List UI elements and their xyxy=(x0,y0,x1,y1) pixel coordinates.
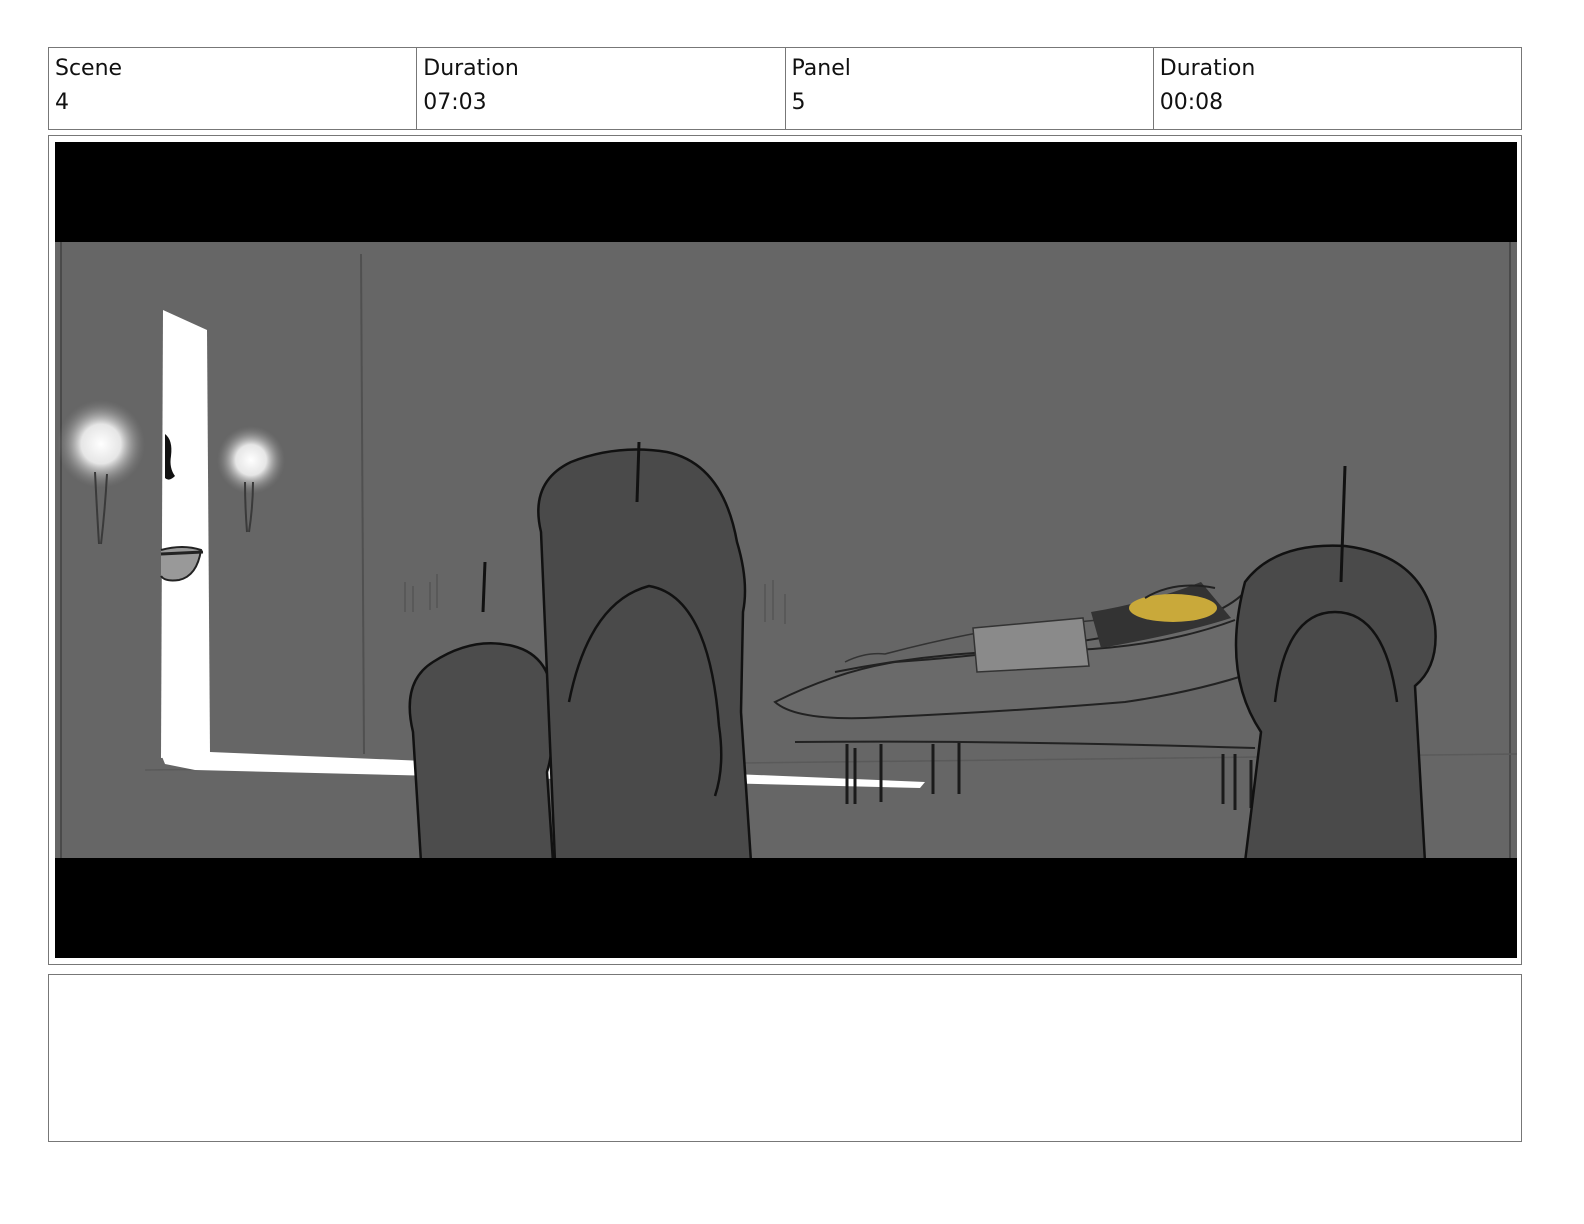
sleeping-figure xyxy=(972,617,1090,673)
panel-duration-value: 00:08 xyxy=(1159,90,1224,115)
scene-duration-value: 07:03 xyxy=(423,90,487,115)
panel-cell: Panel 5 xyxy=(784,48,1153,129)
doorway-light xyxy=(161,310,210,758)
notes-area[interactable] xyxy=(48,974,1522,1142)
panel-value: 5 xyxy=(791,90,806,115)
letterbox-top xyxy=(55,142,1517,242)
scene-cell: Scene 4 xyxy=(49,48,416,129)
scene-label: Scene xyxy=(55,56,123,81)
storyboard-frame xyxy=(48,135,1522,965)
candle-small xyxy=(408,641,555,864)
candle-right xyxy=(1234,544,1437,864)
panel-info-header: Scene 4 Duration 07:03 Panel 5 Duration … xyxy=(48,47,1522,130)
hair-highlight xyxy=(1129,594,1217,622)
scene-value: 4 xyxy=(55,90,69,115)
scene-duration-label: Duration xyxy=(423,56,519,81)
sconce-light-left xyxy=(57,400,145,488)
scene-duration-cell: Duration 07:03 xyxy=(416,48,784,129)
candle-large xyxy=(537,448,753,864)
panel-duration-label: Duration xyxy=(1159,56,1256,81)
panel-duration-cell: Duration 00:08 xyxy=(1152,48,1521,129)
panel-label: Panel xyxy=(791,56,851,81)
sconce-light-right xyxy=(217,426,285,494)
letterbox-bottom xyxy=(55,858,1517,958)
storyboard-sketch xyxy=(55,142,1517,958)
